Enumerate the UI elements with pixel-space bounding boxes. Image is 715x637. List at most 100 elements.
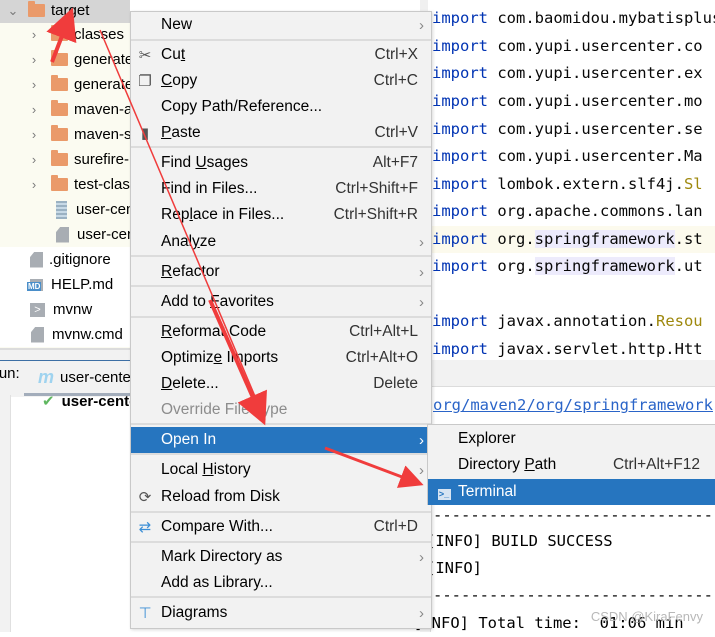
tree-item-generated-sources[interactable]: › generated-sources (0, 47, 130, 72)
menu-item-shortcut: Ctrl+D (373, 518, 418, 535)
menu-item-optimize-imports[interactable]: Optimize Imports Ctrl+Alt+O (131, 345, 431, 371)
class-token: Sl (683, 175, 703, 193)
keyword-token: import (432, 340, 488, 358)
submenu-item-label: Terminal (458, 483, 517, 500)
chevron-right-icon[interactable]: › (27, 27, 41, 42)
chevron-right-icon[interactable]: › (27, 52, 41, 67)
keyword-token: import (432, 230, 488, 248)
menu-separator (131, 285, 431, 287)
code-line: import com.baomidou.mybatisplus (432, 5, 715, 32)
console-link[interactable]: org/maven2/org/springframework (433, 392, 713, 419)
code-token: org. (488, 230, 535, 248)
menu-item-paste[interactable]: ▮ Paste Ctrl+V (131, 120, 431, 146)
run-tree-item[interactable]: ✔ user-center (42, 392, 143, 411)
submenu-item-directory-path[interactable]: Directory Path Ctrl+Alt+F12 (428, 452, 715, 478)
folder-icon (51, 75, 68, 91)
menu-item-shortcut: Ctrl+Shift+R (333, 206, 418, 223)
folder-icon (28, 1, 45, 17)
tree-item-classes[interactable]: › classes (0, 22, 130, 47)
menu-item-label: Find Usages (161, 154, 249, 171)
tree-item-maven-status[interactable]: › maven-status (0, 122, 130, 147)
submenu-item-explorer[interactable]: Explorer (428, 426, 715, 452)
unknown-file-icon (56, 226, 69, 243)
menu-item-label: Add as Library... (161, 574, 273, 591)
reload-icon: ⟳ (138, 489, 152, 506)
menu-item-copy-path-reference[interactable]: Copy Path/Reference... (131, 94, 431, 120)
keyword-token: import (432, 64, 488, 82)
tree-item-gitignore[interactable]: .gitignore (0, 247, 130, 272)
menu-separator (131, 541, 431, 543)
run-tab[interactable]: m user-center (24, 362, 130, 396)
chevron-right-icon[interactable]: › (27, 127, 41, 142)
code-line: import org.apache.commons.lan (432, 198, 703, 225)
tree-item-label: generated-sources (74, 51, 130, 68)
menu-item-add-to-favorites[interactable]: Add to Favorites › (131, 289, 431, 315)
open-in-submenu: Explorer Directory Path Ctrl+Alt+F12 >_ Term… (427, 424, 715, 505)
tree-item-mvnw-cmd[interactable]: mvnw.cmd (0, 322, 130, 347)
menu-item-label: Paste (161, 124, 201, 141)
menu-item-analyze[interactable]: Analyze › (131, 229, 431, 255)
code-token: .ut (674, 257, 703, 275)
menu-item-shortcut: Delete (373, 375, 418, 392)
ignore-file-icon (30, 251, 43, 268)
code-token: com.baomidou.mybatisplus (488, 9, 715, 27)
menu-item-shortcut: Alt+F7 (372, 154, 418, 171)
tree-item-help-md[interactable]: MD HELP.md (0, 272, 130, 297)
menu-item-add-as-library[interactable]: Add as Library... (131, 570, 431, 596)
menu-item-copy[interactable]: ❐ Copy Ctrl+C (131, 68, 431, 94)
menu-separator (131, 255, 431, 257)
chevron-down-icon[interactable]: ⌄ (6, 3, 20, 19)
tree-item-test-classes[interactable]: › test-classes (0, 172, 130, 197)
folder-icon (51, 100, 68, 116)
chevron-right-icon[interactable]: › (27, 102, 41, 117)
code-editor[interactable]: import com.baomidou.mybatisplus import co… (420, 0, 715, 360)
chevron-right-icon[interactable]: › (27, 177, 41, 192)
menu-item-label: Copy Path/Reference... (161, 98, 323, 115)
code-token: com.yupi.usercenter.ex (488, 64, 703, 82)
tree-item-label: generated-test-sources (74, 76, 130, 93)
compare-icon: ⇄ (138, 519, 152, 536)
tree-item-label: mvnw.cmd (52, 326, 123, 343)
keyword-token: import (432, 257, 488, 275)
tree-item-unknown-file[interactable]: user-center (0, 222, 130, 247)
tree-item-surefire-reports[interactable]: › surefire-reports (0, 147, 130, 172)
tree-item-target[interactable]: ⌄ target (0, 0, 130, 23)
menu-item-find-usages[interactable]: Find Usages Alt+F7 (131, 150, 431, 176)
menu-item-override-file-type: Override File Type (131, 397, 431, 423)
terminal-icon-glyph: >_ (437, 488, 451, 500)
menu-item-find-in-files[interactable]: Find in Files... Ctrl+Shift+F (131, 176, 431, 202)
menu-item-label: Copy (161, 72, 198, 89)
menu-item-reload-from-disk[interactable]: ⟳ Reload from Disk (131, 484, 431, 510)
menu-item-shortcut: Ctrl+Shift+F (335, 180, 418, 197)
tree-item-mvnw[interactable]: > mvnw (0, 297, 130, 322)
menu-item-cut[interactable]: ✂ Cut Ctrl+X (131, 42, 431, 68)
menu-item-open-in[interactable]: Open In › (131, 427, 431, 453)
menu-item-label: Add to Favorites (161, 293, 274, 310)
folder-icon (51, 150, 68, 166)
menu-item-diagrams[interactable]: ⊤ Diagrams › (131, 600, 431, 626)
keyword-token: import (432, 120, 488, 138)
tree-item-label: surefire-reports (74, 151, 130, 168)
tree-item-label: user-center (76, 201, 130, 218)
tree-item-generated-test-sources[interactable]: › generated-test-sources (0, 72, 130, 97)
menu-item-compare-with[interactable]: ⇄ Compare With... Ctrl+D (131, 514, 431, 540)
chevron-right-icon[interactable]: › (27, 77, 41, 92)
menu-item-replace-in-files[interactable]: Replace in Files... Ctrl+Shift+R (131, 202, 431, 228)
tree-item-maven-archiver[interactable]: › maven-archiver (0, 97, 130, 122)
menu-item-local-history[interactable]: Local History › (131, 457, 431, 483)
menu-item-refactor[interactable]: Refactor › (131, 259, 431, 285)
code-line: import javax.servlet.http.Htt (432, 336, 703, 363)
chevron-right-icon[interactable]: › (27, 152, 41, 167)
submenu-item-terminal[interactable]: >_ Terminal (428, 479, 715, 505)
code-line: import lombok.extern.slf4j.Sl (432, 171, 703, 198)
menu-item-reformat-code[interactable]: Reformat Code Ctrl+Alt+L (131, 319, 431, 345)
console-line: ------------------------------------ (433, 506, 715, 524)
menu-item-new[interactable]: New › (131, 12, 431, 38)
menu-item-delete[interactable]: Delete... Delete (131, 371, 431, 397)
menu-item-label: Optimize Imports (161, 349, 279, 366)
tree-item-jar[interactable]: user-center (0, 197, 130, 222)
keyword-token: import (432, 312, 488, 330)
run-panel: Run: m user-center ✔ user-center (0, 348, 143, 632)
menu-item-mark-directory-as[interactable]: Mark Directory as › (131, 544, 431, 570)
watermark: CSDN @KiraFenvy (590, 609, 703, 624)
